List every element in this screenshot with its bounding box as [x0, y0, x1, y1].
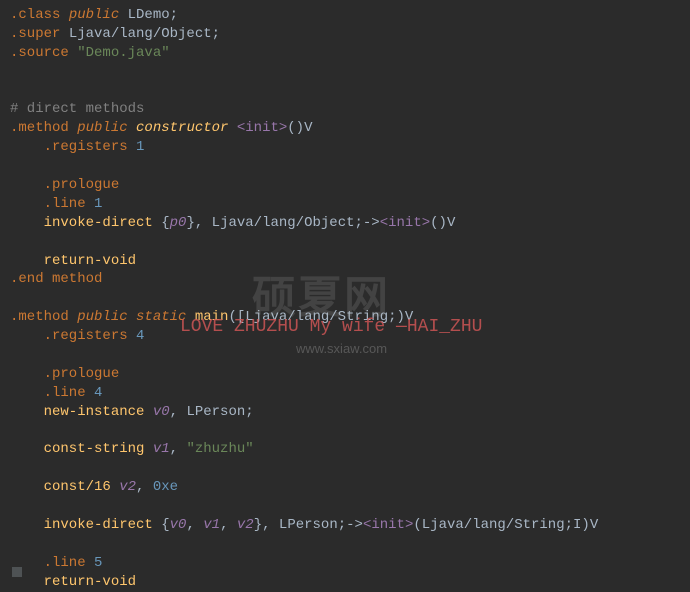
- code-line: [10, 535, 690, 554]
- code-line: [10, 459, 690, 478]
- code-line: .line 1: [10, 195, 690, 214]
- gutter-marker-icon: [12, 567, 22, 577]
- code-line: .line 5: [10, 554, 690, 573]
- code-line: .line 4: [10, 384, 690, 403]
- code-line: [10, 82, 690, 101]
- code-line: [10, 346, 690, 365]
- code-line: invoke-direct {v0, v1, v2}, LPerson;-><i…: [10, 516, 690, 535]
- code-line: # direct methods: [10, 100, 690, 119]
- code-line: [10, 63, 690, 82]
- code-line: .class public LDemo;: [10, 6, 690, 25]
- code-line: .prologue: [10, 176, 690, 195]
- code-line: .method public static main([Ljava/lang/S…: [10, 308, 690, 327]
- code-line: return-void: [10, 252, 690, 271]
- code-line: [10, 422, 690, 441]
- code-line: .registers 4: [10, 327, 690, 346]
- code-line: .method public constructor <init>()V: [10, 119, 690, 138]
- code-line: const/16 v2, 0xe: [10, 478, 690, 497]
- code-line: .end method: [10, 270, 690, 289]
- code-line: [10, 233, 690, 252]
- code-line: [10, 289, 690, 308]
- code-line: const-string v1, "zhuzhu": [10, 440, 690, 459]
- code-line: new-instance v0, LPerson;: [10, 403, 690, 422]
- code-line: .prologue: [10, 365, 690, 384]
- code-editor[interactable]: .class public LDemo; .super Ljava/lang/O…: [10, 6, 690, 592]
- code-line: [10, 157, 690, 176]
- code-line: invoke-direct {p0}, Ljava/lang/Object;->…: [10, 214, 690, 233]
- code-line: .registers 1: [10, 138, 690, 157]
- code-line: return-void: [10, 573, 690, 592]
- code-line: .source "Demo.java": [10, 44, 690, 63]
- code-line: .super Ljava/lang/Object;: [10, 25, 690, 44]
- code-line: [10, 497, 690, 516]
